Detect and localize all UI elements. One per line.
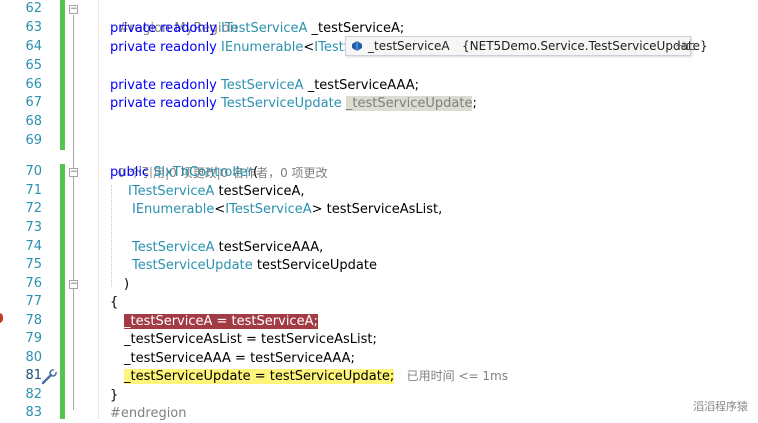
- generic-open: <: [214, 202, 226, 217]
- line-number: 77: [25, 294, 42, 309]
- type-name: TestServiceUpdate: [221, 96, 342, 111]
- line-number: 63: [25, 20, 42, 35]
- type-name: TestServiceA: [221, 78, 304, 93]
- codelens[interactable]: 0 个引用|0 项更改|0 名作者，0 项更改: [110, 145, 328, 180]
- line-number: 78: [25, 313, 42, 328]
- code-line-82[interactable]: }: [110, 386, 118, 405]
- change-indicator: [60, 0, 65, 150]
- datatip[interactable]: _testServiceA {NET5Demo.Service.TestServ…: [345, 36, 708, 56]
- keyword: private readonly: [110, 40, 222, 55]
- line-number: 82: [25, 387, 42, 402]
- field-icon: [352, 41, 362, 51]
- code-line-67[interactable]: private readonly TestServiceUpdate _test…: [110, 94, 477, 113]
- type-name: IEnumerable: [221, 40, 304, 55]
- pin-icon[interactable]: ⊣⊏: [675, 37, 696, 55]
- line-number: 70: [25, 164, 42, 179]
- code-line-66[interactable]: private readonly TestServiceA _testServi…: [110, 76, 419, 95]
- field-decl: _testServiceA;: [307, 21, 405, 36]
- close-brace: }: [110, 388, 119, 403]
- line-number: 73: [25, 220, 42, 235]
- change-indicator: [60, 164, 65, 419]
- line-number: 64: [25, 39, 42, 54]
- parameter: > testServiceAsList,: [311, 202, 443, 217]
- line-number: 67: [25, 95, 42, 110]
- code-line-71[interactable]: ITestServiceA testServiceA,: [128, 182, 305, 201]
- code-line-80[interactable]: _testServiceAAA = testServiceAAA;: [124, 349, 355, 368]
- line-number: 72: [25, 201, 42, 216]
- type-name: ITestServiceA: [225, 202, 312, 217]
- parameter: testServiceA,: [214, 184, 305, 199]
- code-line-74[interactable]: TestServiceA testServiceAAA,: [132, 238, 323, 257]
- indent-guide: [111, 185, 113, 287]
- type-name: IEnumerable: [132, 202, 215, 217]
- wrench-icon[interactable]: [40, 369, 58, 385]
- type-name: TestServiceUpdate: [132, 258, 253, 273]
- line-number: 79: [25, 331, 42, 346]
- selection-margin: [98, 0, 99, 419]
- breakpoint-statement[interactable]: _testServiceA = testServiceA;: [124, 314, 318, 329]
- outline-guide: [73, 15, 74, 410]
- line-number: 62: [25, 1, 42, 16]
- line-number: 69: [25, 133, 42, 148]
- code-line-78[interactable]: _testServiceA = testServiceA;: [124, 312, 318, 331]
- code-line-64[interactable]: private readonly IEnumerable<ITestServic: [110, 38, 384, 57]
- watermark: 滔滔程序猿: [693, 400, 748, 413]
- parameter: testServiceUpdate: [252, 258, 377, 273]
- keyword: public: [110, 165, 154, 180]
- type-name: ITestServiceA: [221, 21, 308, 36]
- line-number: 80: [25, 350, 42, 365]
- close-paren: ): [124, 277, 130, 292]
- statement: _testServiceAAA = testServiceAAA;: [124, 351, 355, 366]
- type-name: TestServiceA: [132, 240, 215, 255]
- field-reference-highlight: _testServiceUpdate: [345, 96, 473, 111]
- statement: _testServiceAsList = testServiceAsList;: [124, 332, 377, 347]
- constructor-name: SixThController: [153, 165, 253, 180]
- line-number: 65: [25, 58, 42, 73]
- collapse-block-icon[interactable]: −: [69, 280, 78, 289]
- code-line-79[interactable]: _testServiceAsList = testServiceAsList;: [124, 330, 377, 349]
- keyword: private readonly: [110, 78, 222, 93]
- line-number: 83: [25, 405, 42, 420]
- code-line-70[interactable]: public SixThController(: [110, 163, 258, 182]
- open-brace: {: [110, 295, 119, 310]
- current-statement[interactable]: _testServiceUpdate = testServiceUpdate;: [124, 369, 395, 384]
- semicolon: ;: [472, 96, 477, 111]
- line-number: 81: [25, 368, 42, 383]
- line-number: 71: [25, 183, 42, 198]
- line-number: 74: [25, 239, 42, 254]
- line-number: 75: [25, 257, 42, 272]
- code-line-76[interactable]: ): [124, 275, 129, 294]
- code-line-83[interactable]: #endregion: [110, 404, 187, 423]
- collapse-method-icon[interactable]: −: [69, 168, 78, 177]
- code-line-62[interactable]: #region MyRegion: [110, 0, 238, 36]
- line-number: 66: [25, 77, 42, 92]
- keyword: private readonly: [110, 21, 222, 36]
- generic-open: <: [303, 40, 315, 55]
- code-line-75[interactable]: TestServiceUpdate testServiceUpdate: [132, 256, 377, 275]
- parameter: testServiceAAA,: [214, 240, 324, 255]
- datatip-value[interactable]: {NET5Demo.Service.TestServiceUpdate}: [462, 37, 708, 55]
- line-number: 76: [25, 276, 42, 291]
- code-line-81[interactable]: _testServiceUpdate = testServiceUpdate; …: [124, 367, 508, 386]
- code-line-72[interactable]: IEnumerable<ITestServiceA> testServiceAs…: [132, 200, 442, 219]
- open-paren: (: [252, 165, 259, 180]
- type-name: ITestServiceA: [128, 184, 215, 199]
- code-line-77[interactable]: {: [110, 293, 118, 312]
- field-decl: _testServiceAAA;: [303, 78, 419, 93]
- keyword: private readonly: [110, 96, 222, 111]
- perf-tip[interactable]: 已用时间 <= 1ms: [407, 369, 508, 383]
- datatip-name[interactable]: _testServiceA: [368, 37, 450, 55]
- collapse-region-icon[interactable]: −: [69, 5, 78, 14]
- line-number: 68: [25, 114, 42, 129]
